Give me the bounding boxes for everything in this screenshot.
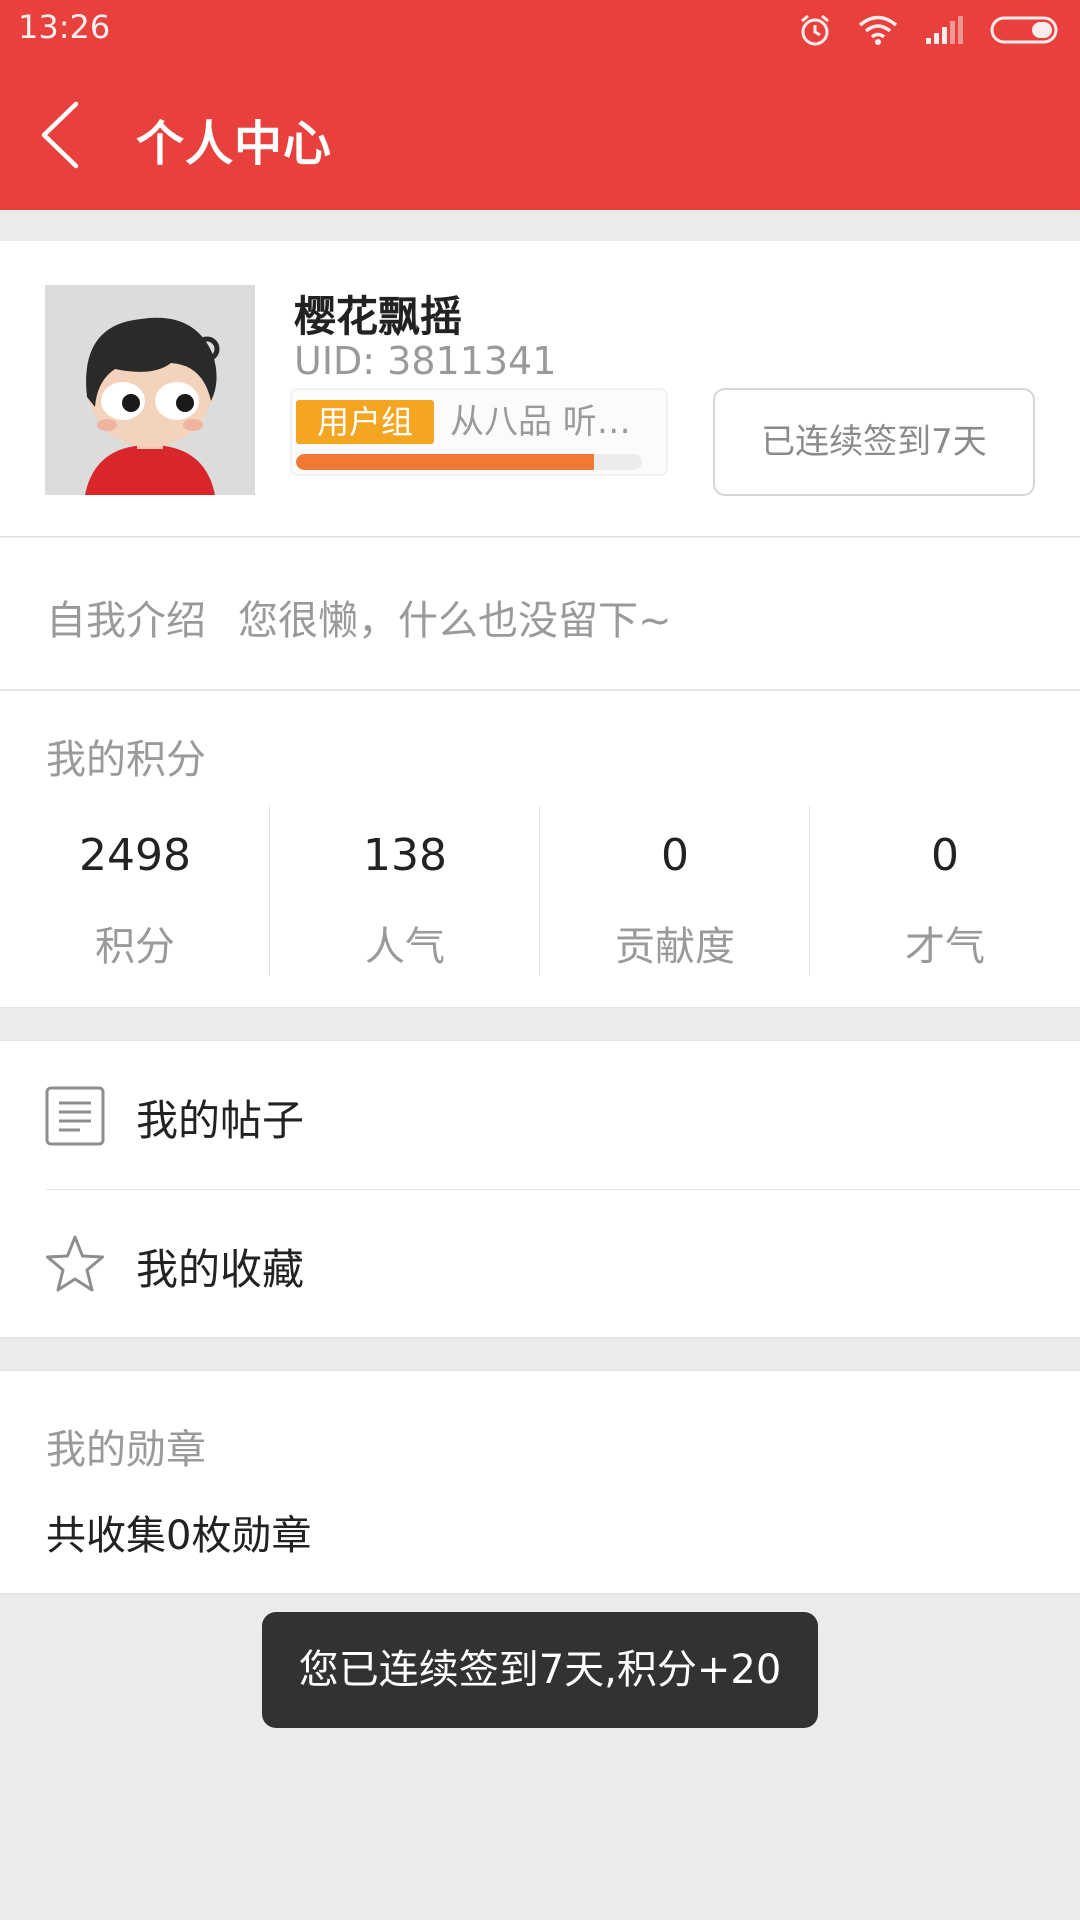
stat-value: 2498 (79, 830, 191, 881)
stat-value: 0 (931, 830, 959, 881)
stat-points[interactable]: 2498 积分 (0, 806, 270, 976)
menu-item-label: 我的收藏 (136, 1245, 305, 1294)
self-intro-row[interactable]: 自我介绍 您很懒，什么也没留下~ (0, 538, 1080, 690)
stat-value: 138 (363, 830, 447, 881)
status-icons (798, 10, 1062, 50)
stat-label: 贡献度 (615, 924, 735, 970)
level-progress-fill (296, 454, 594, 470)
document-icon (45, 1086, 105, 1146)
points-card: 我的积分 2498 积分 138 人气 0 贡献度 0 才气 (0, 691, 1080, 1008)
stat-value: 0 (661, 830, 689, 881)
user-id: UID: 3811341 (294, 339, 557, 383)
points-title: 我的积分 (46, 737, 206, 783)
status-time: 13:26 (18, 8, 111, 46)
username: 樱花飘摇 (294, 292, 463, 341)
self-intro-label: 自我介绍 (46, 598, 206, 644)
stat-talent[interactable]: 0 才气 (810, 806, 1080, 976)
self-intro: 自我介绍 您很懒，什么也没留下~ (46, 588, 672, 646)
alarm-icon (801, 14, 829, 46)
checkin-button[interactable]: 已连续签到7天 (713, 388, 1035, 496)
stat-popularity[interactable]: 138 人气 (270, 806, 540, 976)
user-group-tag: 用户组 (296, 400, 434, 444)
profile-card: 樱花飘摇 UID: 3811341 用户组 从八品 听… 已连续签到7天 (0, 241, 1080, 537)
menu-item-label: 我的帖子 (136, 1096, 305, 1145)
page-title: 个人中心 (136, 116, 333, 172)
medals-title: 我的勋章 (46, 1427, 206, 1473)
stat-label: 才气 (905, 924, 985, 970)
stat-label: 人气 (365, 924, 445, 970)
menu-card: 我的帖子 我的收藏 (0, 1040, 1080, 1338)
avatar-illustration (45, 285, 255, 495)
menu-item-my-favorites[interactable]: 我的收藏 (0, 1190, 1080, 1338)
avatar[interactable] (45, 285, 255, 495)
battery-icon (990, 16, 1058, 44)
user-group-box[interactable]: 用户组 从八品 听… (290, 388, 668, 476)
signal-icon (926, 16, 963, 44)
stat-contribution[interactable]: 0 贡献度 (540, 806, 810, 976)
wifi-icon (858, 15, 898, 45)
self-intro-text: 您很懒，什么也没留下~ (238, 598, 672, 644)
menu-item-my-posts[interactable]: 我的帖子 (0, 1041, 1080, 1189)
medal-count: 共收集0枚勋章 (46, 1513, 312, 1559)
stat-label: 积分 (95, 924, 175, 970)
app-bar: 13:26 个人中心 (0, 0, 1080, 210)
medals-card[interactable]: 我的勋章 共收集0枚勋章 (0, 1370, 1080, 1594)
status-bar: 13:26 (0, 0, 1080, 60)
level-progress-bar (296, 454, 642, 470)
toast-message: 您已连续签到7天,积分+20 (262, 1612, 818, 1728)
user-group-rank: 从八品 听… (450, 402, 631, 442)
star-icon (46, 1235, 104, 1292)
back-button[interactable] (36, 100, 86, 170)
